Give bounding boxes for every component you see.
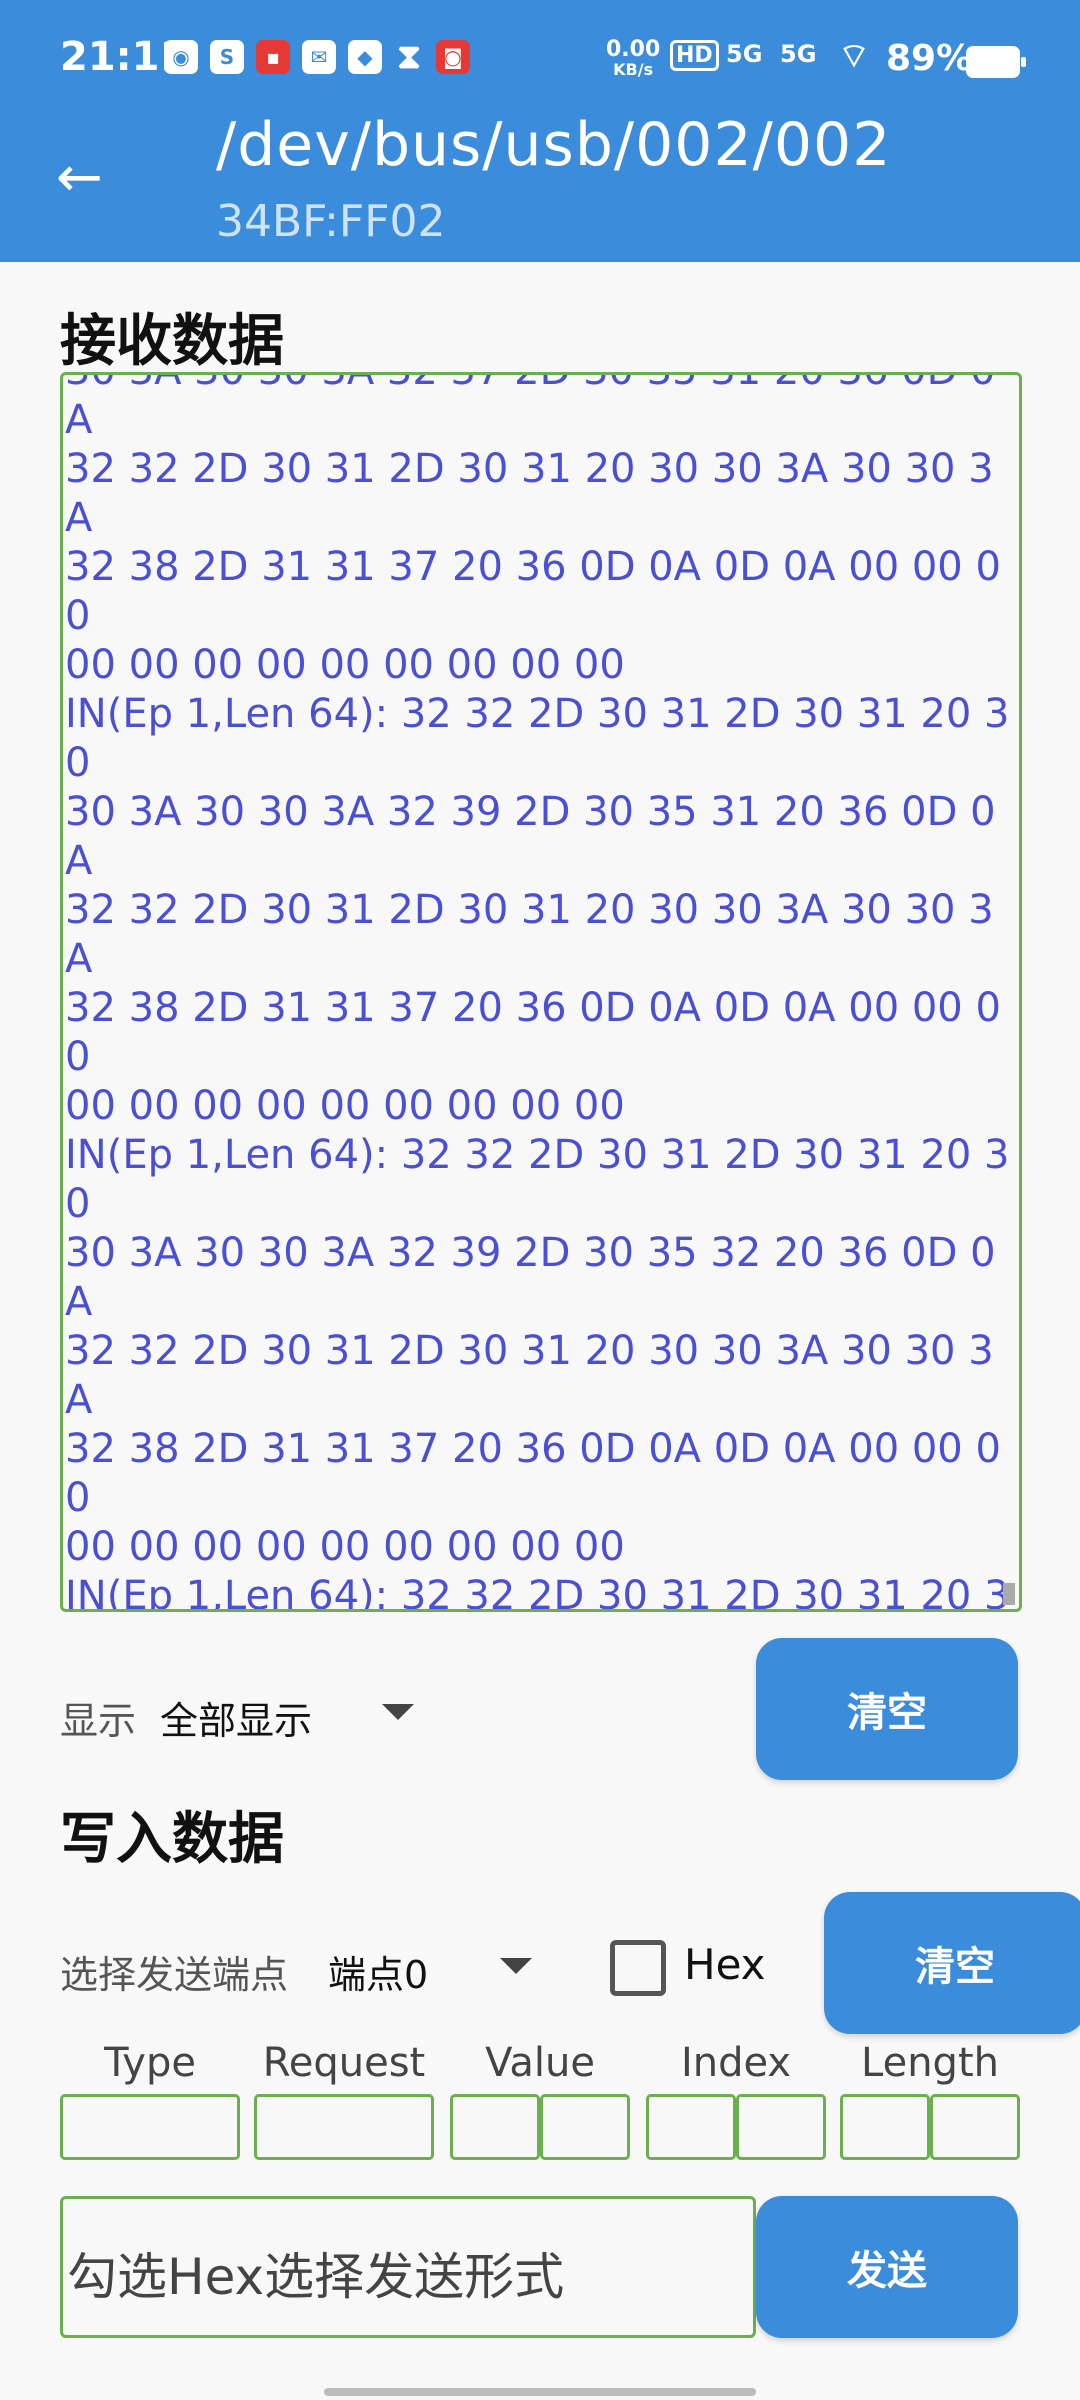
status-bar: 21:11 ◉ S ▪ ✉ ◆ ⧗ ◙ 0.00 KB/s HD 5G 5G ⌔… [0, 0, 1080, 120]
length-field-1[interactable] [840, 2094, 930, 2160]
value-field-1[interactable] [450, 2094, 540, 2160]
page-title: /dev/bus/usb/002/002 [216, 110, 892, 180]
red-badge-notification-icon: ◙ [436, 40, 470, 74]
type-label: Type [104, 2040, 196, 2086]
signal-5g-icon-2: 5G [780, 40, 817, 68]
display-label: 显示 [60, 1699, 137, 1743]
endpoint-dropdown-value[interactable]: 端点0 [328, 1944, 428, 1999]
length-field-2[interactable] [930, 2094, 1020, 2160]
index-label: Index [680, 2040, 792, 2086]
app-header: 21:11 ◉ S ▪ ✉ ◆ ⧗ ◙ 0.00 KB/s HD 5G 5G ⌔… [0, 0, 1080, 262]
request-label: Request [262, 2040, 426, 2086]
index-field-1[interactable] [646, 2094, 736, 2160]
send-button[interactable]: 发送 [756, 2196, 1018, 2338]
value-field-2[interactable] [540, 2094, 630, 2160]
mail-notification-icon: ✉ [302, 40, 336, 74]
hd-icon: HD [670, 40, 719, 71]
length-label: Length [861, 2040, 999, 2086]
value-label: Value [485, 2040, 595, 2086]
back-arrow-icon[interactable]: ← [56, 148, 116, 208]
receive-data-box[interactable]: 30 3A 30 30 3A 32 37 2D 30 35 31 20 36 0… [60, 372, 1022, 1612]
signal-5g-icon-1: 5G [726, 40, 763, 68]
battery-percent: 89% [886, 38, 973, 79]
receive-title: 接收数据 [60, 309, 284, 374]
wifi-icon: ⌔ [838, 36, 870, 76]
display-dropdown-value[interactable]: 全部显示 [160, 1690, 312, 1745]
app-notification-icon: ◉ [164, 40, 198, 74]
receive-clear-button[interactable]: 清空 [756, 1638, 1018, 1780]
request-field[interactable] [254, 2094, 434, 2160]
write-clear-button[interactable]: 清空 [824, 1892, 1080, 2034]
network-rate-value: 0.00 [606, 37, 661, 62]
battery-icon [966, 46, 1026, 78]
gesture-bar [324, 2388, 756, 2396]
index-field-2[interactable] [736, 2094, 826, 2160]
hex-checkbox[interactable] [610, 1940, 666, 1996]
network-rate: 0.00 KB/s [606, 37, 661, 80]
diamond-notification-icon: ◆ [348, 40, 382, 74]
type-field[interactable] [60, 2094, 240, 2160]
page-subtitle: 34BF:FF02 [216, 196, 446, 247]
send-data-input[interactable]: 勾选Hex选择发送形式 [60, 2196, 756, 2338]
receive-data-text: 30 3A 30 30 3A 32 37 2D 30 35 31 20 36 0… [65, 375, 1010, 1612]
sf-notification-icon: S [210, 40, 244, 74]
write-title: 写入数据 [60, 1807, 284, 1872]
red-app-notification-icon: ▪ [256, 40, 290, 74]
hourglass-notification-icon: ⧗ [397, 37, 421, 77]
display-dropdown-chevron-icon[interactable] [382, 1704, 414, 1720]
endpoint-dropdown-chevron-icon[interactable] [500, 1958, 532, 1974]
resize-handle-icon[interactable] [1003, 1583, 1015, 1605]
network-rate-unit: KB/s [613, 60, 654, 79]
endpoint-label: 选择发送端点 [60, 1953, 289, 1997]
hex-checkbox-label[interactable]: Hex [684, 1940, 766, 1989]
